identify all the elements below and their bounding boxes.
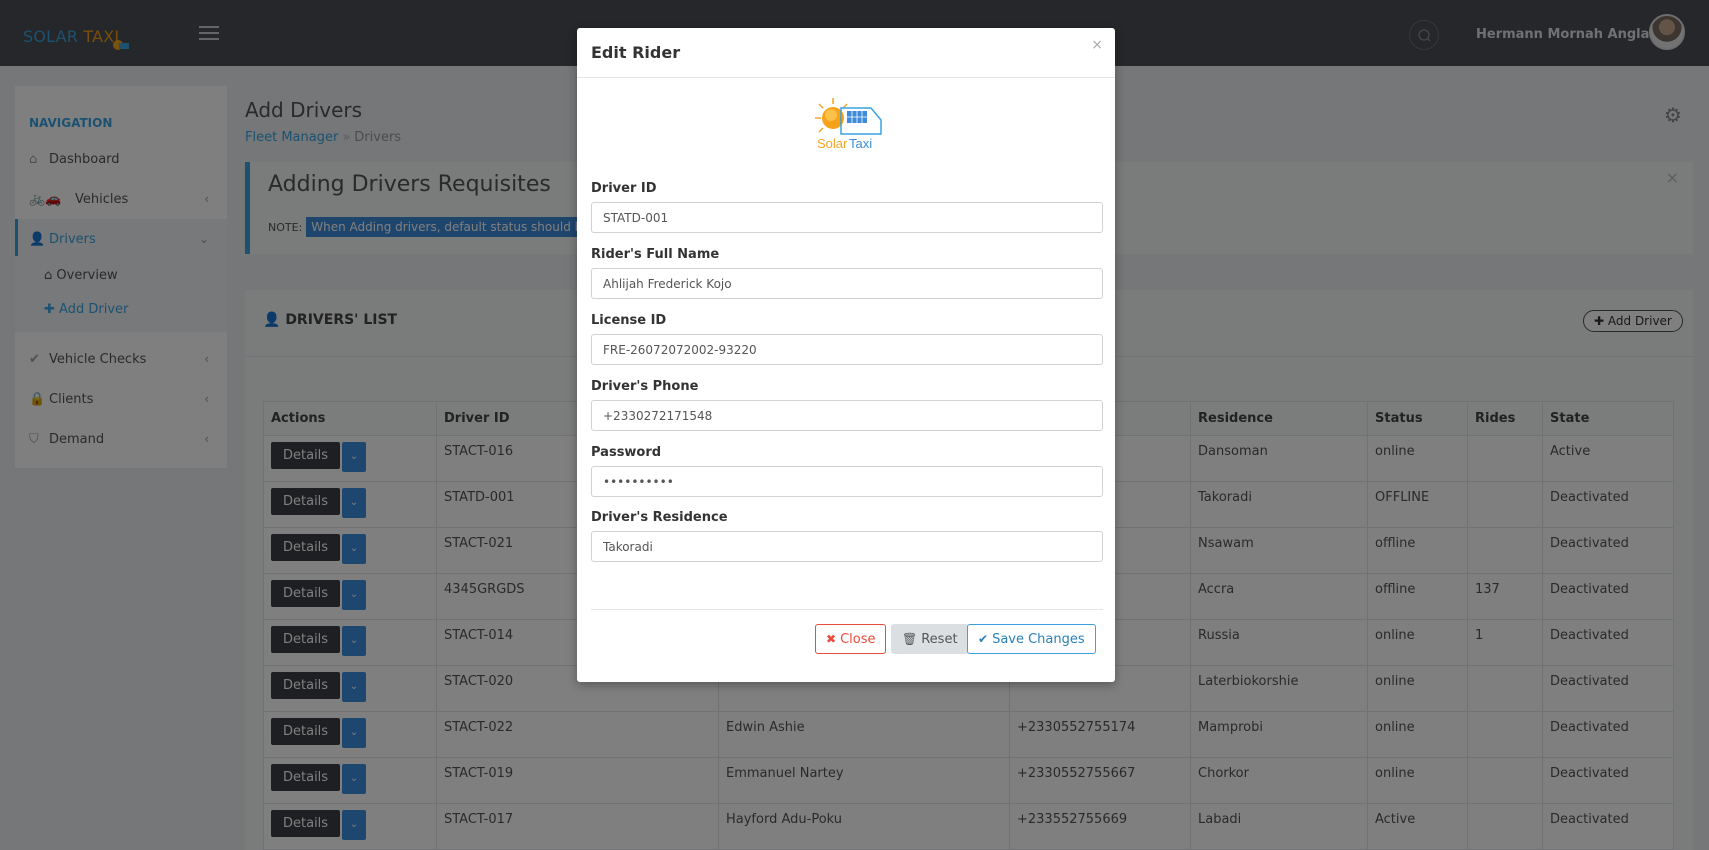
full-name-field[interactable] [591,268,1103,299]
close-button[interactable]: ✖ Close [815,624,887,654]
reset-button[interactable]: 🗑 Reset [891,624,969,654]
edit-rider-modal: Edit Rider × Solar Taxi Driver ID Rider'… [577,28,1115,682]
password-field[interactable] [591,466,1103,497]
driver-id-field[interactable] [591,202,1103,233]
reset-button-label: Reset [921,631,958,647]
modal-title: Edit Rider [591,43,681,62]
close-icon: ✖ [826,632,837,646]
driver-id-label: Driver ID [591,181,657,196]
save-changes-button[interactable]: ✔ Save Changes [967,624,1096,654]
phone-field[interactable] [591,400,1103,431]
trash-icon: 🗑 [902,632,918,646]
password-label: Password [591,445,662,460]
full-name-label: Rider's Full Name [591,247,720,262]
license-id-label: License ID [591,313,667,328]
brand-text-taxi: Taxi [849,136,872,151]
brand-text-solar: Solar [817,136,848,151]
close-button-label: Close [840,631,876,647]
check-icon: ✔ [978,632,989,646]
solar-taxi-logo: Solar Taxi [815,98,882,151]
close-icon[interactable]: × [1091,37,1103,53]
license-id-field[interactable] [591,334,1103,365]
residence-label: Driver's Residence [591,510,728,525]
phone-label: Driver's Phone [591,379,699,394]
save-button-label: Save Changes [992,631,1085,647]
residence-field[interactable] [591,531,1103,562]
